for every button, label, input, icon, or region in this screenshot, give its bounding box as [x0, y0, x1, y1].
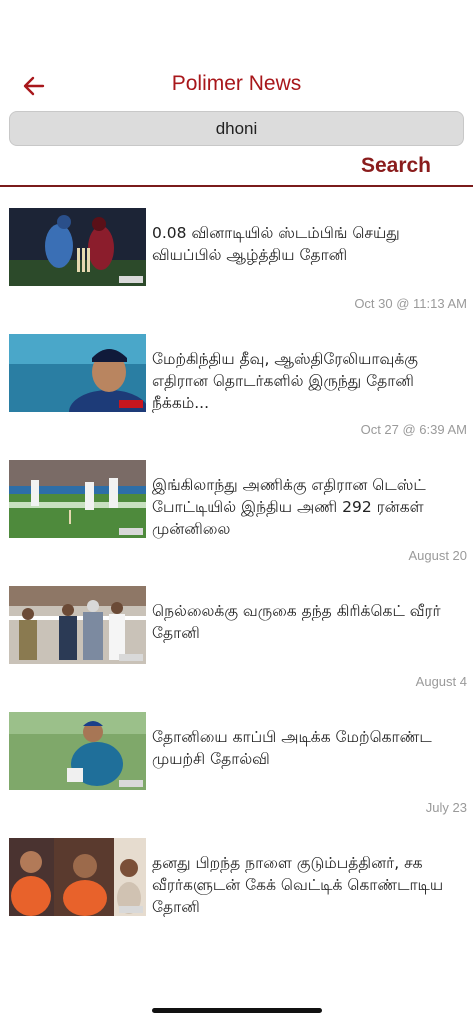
article-thumbnail	[9, 334, 146, 412]
header-divider	[0, 185, 473, 187]
article-headline[interactable]: நெல்லைக்கு வருகை தந்த கிரிக்கெட் வீரர் த…	[152, 600, 470, 644]
article-headline[interactable]: இங்கிலாந்து அணிக்கு எதிரான டெஸ்ட் போட்டி…	[152, 474, 470, 540]
search-button[interactable]: Search	[361, 154, 431, 178]
article-date: Oct 30 @ 11:13 AM	[354, 296, 467, 311]
page-title: Polimer News	[171, 72, 302, 95]
results-list: 0.08 வினாடியில் ஸ்டம்பிங் செய்து வியப்பி…	[0, 208, 473, 964]
article-headline[interactable]: தோனியை காப்பி அடிக்க மேற்கொண்ட முயற்சி த…	[152, 726, 470, 770]
article-date: August 20	[408, 548, 467, 563]
article-headline[interactable]: தனது பிறந்த நாளை குடும்பத்தினர், சக வீரர…	[152, 852, 470, 918]
article-headline[interactable]: மேற்கிந்திய தீவு, ஆஸ்திரேலியாவுக்கு எதிர…	[152, 348, 470, 414]
list-item[interactable]: நெல்லைக்கு வருகை தந்த கிரிக்கெட் வீரர் த…	[0, 586, 473, 712]
article-thumbnail	[9, 586, 146, 664]
search-field[interactable]	[9, 111, 464, 146]
list-item[interactable]: 0.08 வினாடியில் ஸ்டம்பிங் செய்து வியப்பி…	[0, 208, 473, 334]
article-headline[interactable]: 0.08 வினாடியில் ஸ்டம்பிங் செய்து வியப்பி…	[152, 222, 470, 266]
article-date: July 23	[425, 800, 467, 815]
list-item[interactable]: இங்கிலாந்து அணிக்கு எதிரான டெஸ்ட் போட்டி…	[0, 460, 473, 586]
article-thumbnail	[9, 460, 146, 538]
article-date: Oct 27 @ 6:39 AM	[360, 422, 467, 437]
list-item[interactable]: மேற்கிந்திய தீவு, ஆஸ்திரேலியாவுக்கு எதிர…	[0, 334, 473, 460]
article-thumbnail	[9, 838, 146, 916]
search-input[interactable]	[10, 118, 463, 139]
list-item[interactable]: தோனியை காப்பி அடிக்க மேற்கொண்ட முயற்சி த…	[0, 712, 473, 838]
article-thumbnail	[9, 712, 146, 790]
home-indicator[interactable]	[152, 1008, 322, 1013]
list-item[interactable]: தனது பிறந்த நாளை குடும்பத்தினர், சக வீரர…	[0, 838, 473, 964]
app-header: Polimer News	[0, 0, 473, 110]
article-thumbnail	[9, 208, 146, 286]
article-date: August 4	[415, 674, 467, 689]
